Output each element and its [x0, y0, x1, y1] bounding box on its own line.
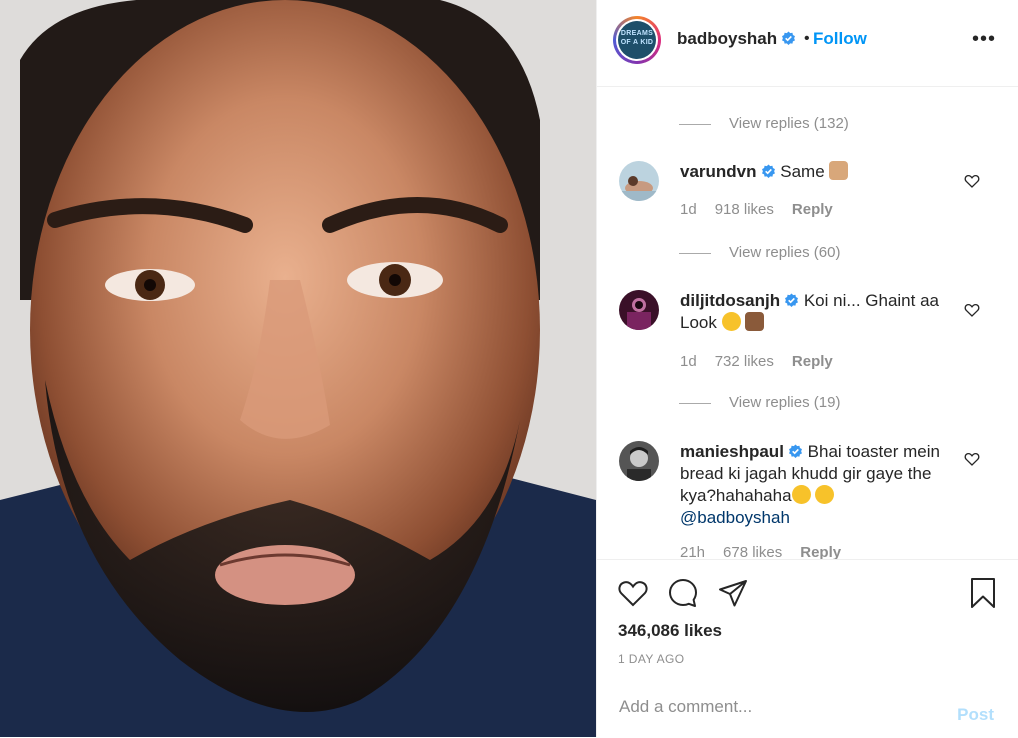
add-comment-input[interactable] — [617, 696, 941, 718]
post-photo[interactable] — [0, 0, 596, 737]
tongue-emoji-icon — [815, 485, 835, 504]
comment-meta: 21h 678 likes Reply — [680, 544, 842, 559]
commenter-username[interactable]: manieshpaul — [680, 442, 784, 461]
add-comment-bar: Post — [597, 677, 1018, 738]
face-photo-image — [0, 0, 596, 737]
likes-count[interactable]: 346,086 likes — [618, 621, 722, 641]
post-comment-button[interactable]: Post — [957, 705, 994, 725]
post-actions: 346,086 likes 1 DAY AGO — [597, 559, 1018, 678]
author-avatar[interactable]: DREAMS OF A KID — [613, 16, 661, 64]
verified-badge-icon — [782, 31, 796, 45]
comment-text: varundvn Same — [680, 161, 950, 183]
author-username-group[interactable]: badboyshah — [677, 29, 796, 49]
verified-badge-icon — [785, 293, 799, 307]
reply-button[interactable]: Reply — [800, 544, 841, 559]
save-bookmark-icon[interactable] — [967, 577, 999, 609]
verified-badge-icon — [761, 164, 775, 178]
comment-text: manieshpaul Bhai toaster mein bread ki j… — [680, 442, 940, 527]
like-heart-icon[interactable] — [617, 577, 649, 609]
header-separator-dot: • — [804, 30, 810, 47]
share-paper-plane-icon[interactable] — [717, 577, 749, 609]
post-header: DREAMS OF A KID badboyshah • Follow ••• — [597, 0, 1018, 87]
follow-button[interactable]: Follow — [813, 29, 867, 49]
comment-meta: 1d 918 likes Reply — [680, 201, 833, 218]
comments-list[interactable]: View replies (132) varundvn Same 1d 918 l… — [597, 87, 1018, 559]
author-username[interactable]: badboyshah — [677, 29, 777, 48]
view-replies-link[interactable]: View replies (60) — [679, 244, 840, 261]
sunglasses-emoji-icon — [721, 312, 741, 331]
comment-meta: 1d 732 likes Reply — [680, 353, 833, 370]
view-replies-link[interactable]: View replies (132) — [679, 115, 849, 132]
commenter-avatar[interactable] — [619, 290, 659, 330]
verified-badge-icon — [788, 444, 802, 458]
replies-divider-line — [679, 123, 711, 125]
comment-like-heart-icon[interactable] — [964, 302, 980, 318]
commenter-username[interactable]: varundvn — [680, 162, 757, 181]
reply-button[interactable]: Reply — [792, 353, 833, 370]
comment-like-heart-icon[interactable] — [964, 451, 980, 467]
commenter-avatar[interactable] — [619, 161, 659, 201]
commenter-avatar[interactable] — [619, 441, 659, 481]
mention-link[interactable]: @badboyshah — [680, 508, 790, 527]
hand-emoji-icon — [829, 161, 849, 180]
view-replies-link[interactable]: View replies (19) — [679, 394, 840, 411]
reply-button[interactable]: Reply — [792, 201, 833, 218]
post-sidebar: DREAMS OF A KID badboyshah • Follow ••• … — [596, 0, 1018, 738]
commenter-username[interactable]: diljitdosanjh — [680, 291, 780, 310]
post-timestamp[interactable]: 1 DAY AGO — [618, 652, 685, 666]
comment-bubble-icon[interactable] — [667, 577, 699, 609]
replies-divider-line — [679, 252, 711, 254]
author-avatar-image: DREAMS OF A KID — [618, 21, 656, 59]
comment-text: diljitdosanjh Koi ni... Ghaint aa Look — [680, 291, 939, 332]
comment-like-heart-icon[interactable] — [964, 173, 980, 189]
more-options-icon[interactable]: ••• — [972, 28, 996, 51]
clipped-previous-comment — [657, 87, 877, 93]
hand-emoji-icon — [745, 312, 765, 331]
replies-divider-line — [679, 402, 711, 404]
tongue-emoji-icon — [791, 485, 811, 504]
